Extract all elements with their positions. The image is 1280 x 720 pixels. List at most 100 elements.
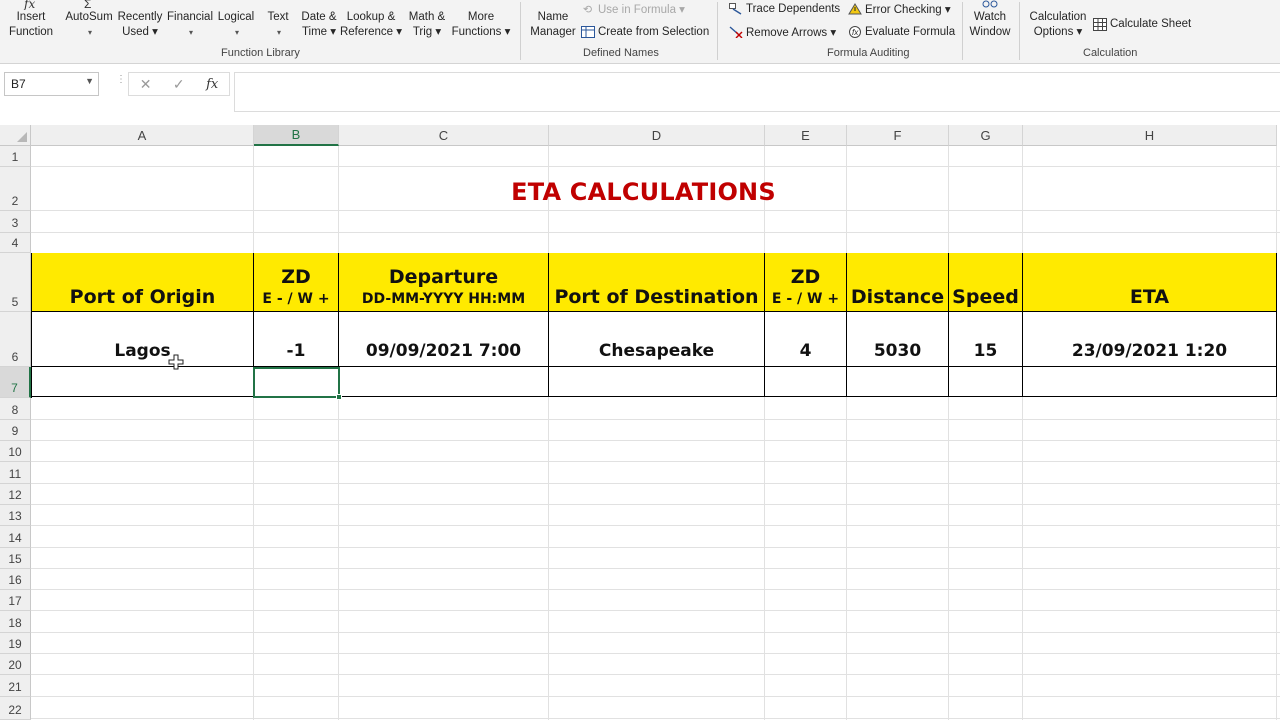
lookup-reference-button[interactable]: Lookup & Reference ▾	[340, 0, 402, 40]
logical-button[interactable]: Logical ▾	[214, 0, 258, 40]
column-header-b[interactable]: B	[254, 125, 339, 146]
formula-auditing-group-label: Formula Auditing	[827, 47, 910, 59]
watch-window-label-2: Window	[969, 26, 1011, 38]
header-zd-destination[interactable]: ZD E - / W +	[765, 253, 847, 312]
use-in-formula-icon: ⟲	[582, 3, 593, 16]
cell-f7[interactable]	[847, 367, 949, 397]
row-header-9[interactable]: 9	[0, 420, 31, 441]
svg-text:fx: fx	[23, 0, 35, 10]
gridline	[31, 440, 1280, 441]
row-header-14[interactable]: 14	[0, 526, 31, 548]
row-header-1[interactable]: 1	[0, 146, 31, 167]
cell-c6-departure[interactable]: 09/09/2021 7:00	[339, 312, 549, 367]
row-header-12[interactable]: 12	[0, 484, 31, 505]
header-speed[interactable]: Speed	[949, 253, 1023, 312]
header-eta[interactable]: ETA	[1023, 253, 1277, 312]
evaluate-formula-button[interactable]: fx Evaluate Formula	[847, 24, 955, 40]
row-header-3[interactable]: 3	[0, 211, 31, 233]
lookup-book-icon	[360, 0, 382, 10]
cell-e7[interactable]	[765, 367, 847, 397]
row-header-18[interactable]: 18	[0, 611, 31, 633]
header-zd-destination-label: ZD	[790, 266, 821, 288]
select-all-button[interactable]	[0, 125, 31, 146]
formula-bar-grip-icon[interactable]: ⋮	[116, 75, 126, 92]
cell-e6-zd-destination[interactable]: 4	[765, 312, 847, 367]
create-from-selection-label: Create from Selection	[598, 26, 710, 38]
header-port-of-destination[interactable]: Port of Destination	[549, 253, 765, 312]
row-header-10[interactable]: 10	[0, 441, 31, 462]
cancel-icon[interactable]: ✕	[140, 76, 152, 93]
header-zd-origin[interactable]: ZD E - / W +	[254, 253, 339, 312]
row-header-11[interactable]: 11	[0, 462, 31, 484]
function-icon: fx	[20, 0, 42, 11]
recently-used-button[interactable]: Recently Used ▾	[116, 0, 164, 40]
cell-g7[interactable]	[949, 367, 1023, 397]
cell-a7[interactable]	[32, 367, 254, 397]
gridline	[31, 674, 1280, 675]
column-header-d[interactable]: D	[549, 125, 765, 146]
chevron-down-icon[interactable]: ▼	[85, 76, 94, 86]
create-from-selection-button[interactable]: Create from Selection	[580, 24, 709, 40]
use-in-formula-label: Use in Formula ▾	[598, 4, 685, 16]
cell-d7[interactable]	[549, 367, 765, 397]
row-header-7[interactable]: 7	[0, 367, 31, 398]
header-port-of-origin[interactable]: Port of Origin	[32, 253, 254, 312]
column-header-f[interactable]: F	[847, 125, 949, 146]
row-header-15[interactable]: 15	[0, 548, 31, 569]
column-header-e[interactable]: E	[765, 125, 847, 146]
math-trig-button[interactable]: Math & Trig ▾	[404, 0, 450, 40]
calculator-icon	[1047, 0, 1069, 10]
cell-c7[interactable]	[339, 367, 549, 397]
error-checking-button[interactable]: Error Checking ▾	[847, 1, 951, 17]
remove-arrows-button[interactable]: Remove Arrows ▾	[728, 24, 836, 40]
date-time-button[interactable]: Date & Time ▾	[297, 0, 341, 40]
header-distance[interactable]: Distance	[847, 253, 949, 312]
row-header-20[interactable]: 20	[0, 654, 31, 675]
row-header-8[interactable]: 8	[0, 398, 31, 420]
financial-dropdown-icon: ▾	[188, 28, 193, 37]
active-cell-selection[interactable]	[253, 367, 340, 398]
text-button[interactable]: Text ▾	[260, 0, 296, 40]
cell-g6-speed[interactable]: 15	[949, 312, 1023, 367]
more-functions-button[interactable]: More Functions ▾	[450, 0, 512, 40]
enter-icon[interactable]: ✓	[173, 76, 185, 93]
cell-f6-distance[interactable]: 5030	[847, 312, 949, 367]
cell-d6-port-of-destination[interactable]: Chesapeake	[549, 312, 765, 367]
row-header-4[interactable]: 4	[0, 233, 31, 253]
cell-h6-eta[interactable]: 23/09/2021 1:20	[1023, 312, 1277, 367]
insert-function-button[interactable]: fx Insert Function	[6, 0, 56, 40]
row-header-16[interactable]: 16	[0, 569, 31, 590]
row-header-5[interactable]: 5	[0, 253, 31, 312]
gridline	[31, 525, 1280, 526]
watch-window-button[interactable]: Watch Window	[966, 0, 1014, 40]
financial-button[interactable]: Financial ▾	[165, 0, 215, 40]
header-departure[interactable]: Departure DD-MM-YYYY HH:MM	[339, 253, 549, 312]
column-header-a[interactable]: A	[31, 125, 254, 146]
calculation-options-button[interactable]: Calculation Options ▾	[1027, 0, 1089, 40]
trace-dependents-button[interactable]: Trace Dependents	[728, 1, 840, 17]
cell-a6-port-of-origin[interactable]: Lagos	[32, 312, 254, 367]
name-manager-button[interactable]: Name Manager	[526, 0, 580, 40]
insert-function-icon[interactable]: fx	[206, 77, 218, 92]
row-header-19[interactable]: 19	[0, 633, 31, 654]
calculate-sheet-button[interactable]: Calculate Sheet	[1092, 16, 1191, 32]
row-header-22[interactable]: 22	[0, 697, 31, 720]
fill-handle[interactable]	[336, 394, 342, 400]
cell-b6-zd-origin[interactable]: -1	[254, 312, 339, 367]
name-box[interactable]: B7 ▼	[4, 72, 99, 96]
row-header-21[interactable]: 21	[0, 675, 31, 697]
autosum-button[interactable]: Σ AutoSum ▾	[64, 0, 114, 40]
row-header-13[interactable]: 13	[0, 505, 31, 526]
row-header-2[interactable]: 2	[0, 167, 31, 211]
formula-input[interactable]	[234, 72, 1280, 112]
column-header-c[interactable]: C	[339, 125, 549, 146]
worksheet-grid[interactable]: A B C D E F G H 1 2 3 4 5 6 7 8 9 10 11 …	[0, 125, 1280, 720]
row-header-6[interactable]: 6	[0, 312, 31, 367]
cell-h7[interactable]	[1023, 367, 1277, 397]
recently-used-label-2: Used ▾	[122, 26, 158, 38]
row-header-17[interactable]: 17	[0, 590, 31, 611]
use-in-formula-button[interactable]: ⟲ Use in Formula ▾	[580, 1, 685, 17]
column-header-h[interactable]: H	[1023, 125, 1277, 146]
column-header-g[interactable]: G	[949, 125, 1023, 146]
sheet-title: ETA CALCULATIONS	[511, 177, 776, 206]
